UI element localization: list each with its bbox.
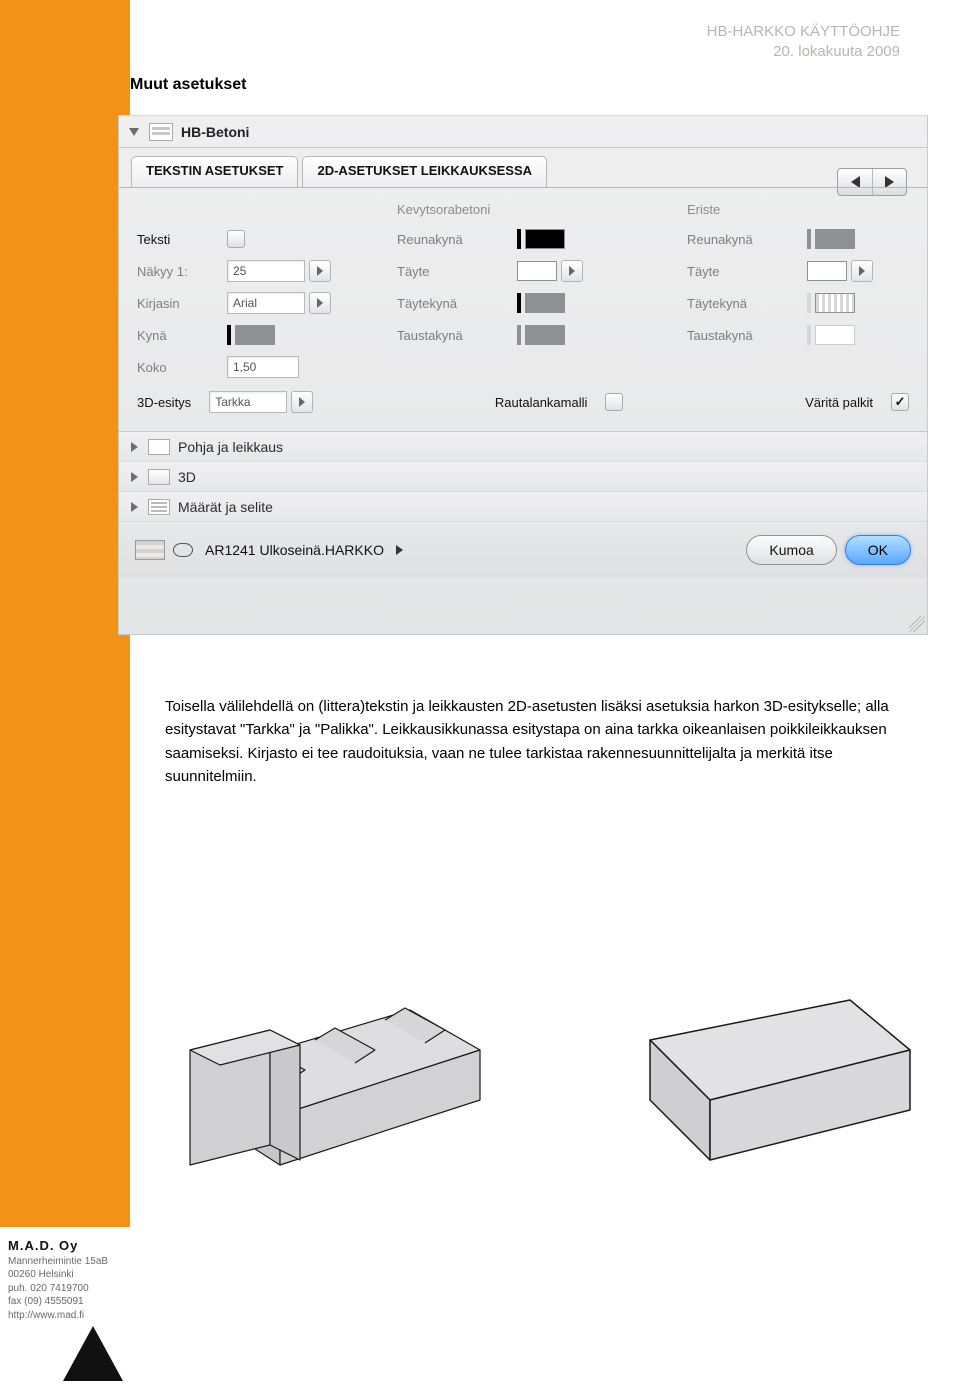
checkbox-teksti[interactable] <box>227 230 245 248</box>
chevron-right-icon <box>131 502 138 512</box>
label-tayte-m: Täyte <box>397 264 517 279</box>
group-label: Pohja ja leikkaus <box>178 439 283 455</box>
input-3d-esitys[interactable]: Tarkka <box>209 391 287 413</box>
input-kirjasin[interactable]: Arial <box>227 292 305 314</box>
chevron-right-icon <box>859 266 865 276</box>
label-varita-palkit: Väritä palkit <box>805 395 873 410</box>
label-kirjasin: Kirjasin <box>137 296 227 311</box>
block-tarkka <box>190 1008 480 1165</box>
label-teksti: Teksti <box>137 232 227 247</box>
group-maarat[interactable]: Määrät ja selite <box>119 492 927 522</box>
popup-kirjasin[interactable] <box>309 292 331 314</box>
layers-icon <box>135 540 165 560</box>
pen-reunakyna-m[interactable] <box>517 229 657 249</box>
plan-icon <box>148 439 170 455</box>
resize-grip-icon[interactable] <box>909 616 925 632</box>
url-line: http://www.mad.fi <box>8 1309 177 1323</box>
tabs: TEKSTIN ASETUKSET 2D-ASETUKSET LEIKKAUKS… <box>119 148 927 188</box>
label-3d-esitys: 3D-esitys <box>137 395 191 410</box>
doc-date: 20. lokakuuta 2009 <box>707 42 900 62</box>
group-label: 3D <box>178 469 196 485</box>
dialog-title: HB-Betoni <box>181 124 249 140</box>
chevron-right-icon <box>317 266 323 276</box>
ok-button[interactable]: OK <box>845 535 911 565</box>
pen-taustakyna-m[interactable] <box>517 325 657 345</box>
col-text: . Teksti Näkyy 1: 25 Kirjasin <box>137 202 367 383</box>
page: HB-HARKKO KÄYTTÖOHJE 20. lokakuuta 2009 … <box>0 0 960 1391</box>
label-kyna: Kynä <box>137 328 227 343</box>
tab-2d-section-settings[interactable]: 2D-ASETUKSET LEIKKAUKSESSA <box>302 156 547 188</box>
address-line: Mannerheimintie 15aB <box>8 1255 177 1269</box>
header-eriste: Eriste <box>687 202 947 217</box>
label-koko: Koko <box>137 360 227 375</box>
dialog-titlebar: HB-Betoni <box>119 116 927 148</box>
dialog-footer: AR1241 Ulkoseinä.HARKKO Kumoa OK <box>119 522 927 578</box>
chevron-right-icon <box>131 442 138 452</box>
group-pohja-leikkaus[interactable]: Pohja ja leikkaus <box>119 432 927 462</box>
label-nakyy: Näkyy 1: <box>137 264 227 279</box>
popup-3d-esitys[interactable] <box>291 391 313 413</box>
header-kevytsorabetoni: Kevytsorabetoni <box>397 202 657 217</box>
fill-tayte-r[interactable] <box>807 261 847 281</box>
layer-name[interactable]: AR1241 Ulkoseinä.HARKKO <box>205 542 384 558</box>
section-heading: Muut asetukset <box>130 76 246 94</box>
col-kevytsorabetoni: Kevytsorabetoni . Reunakynä Täyte <box>397 202 657 383</box>
popup-nakyy[interactable] <box>309 260 331 282</box>
input-nakyy[interactable]: 25 <box>227 260 305 282</box>
col-eriste: Eriste . Reunakynä Täyte Täyte <box>687 202 947 383</box>
phone-line: puh. 020 7419700 <box>8 1282 177 1296</box>
orange-sidebar <box>0 0 130 1391</box>
popup-tayte-r[interactable] <box>851 260 873 282</box>
chevron-right-icon <box>317 298 323 308</box>
label-taustakyna-m: Taustakynä <box>397 328 517 343</box>
tab-text-settings[interactable]: TEKSTIN ASETUKSET <box>131 156 298 188</box>
eye-icon[interactable] <box>173 543 193 557</box>
label-taustakyna-r: Taustakynä <box>687 328 807 343</box>
checkbox-varita-palkit[interactable] <box>891 393 909 411</box>
popup-tayte-m[interactable] <box>561 260 583 282</box>
label-taytekyna-r: Täytekynä <box>687 296 807 311</box>
input-koko[interactable]: 1,50 <box>227 356 299 378</box>
group-3d[interactable]: 3D <box>119 462 927 492</box>
chevron-right-icon <box>131 472 138 482</box>
label-reunakyna-m: Reunakynä <box>397 232 517 247</box>
address-line: 00260 Helsinki <box>8 1268 177 1282</box>
company-name: M.A.D. Oy <box>8 1237 177 1255</box>
pen-reunakyna-r[interactable] <box>807 229 947 249</box>
body-paragraph: Toisella välilehdellä on (littera)teksti… <box>165 695 900 788</box>
label-rautalanka: Rautalankamalli <box>495 395 588 410</box>
company-footer: M.A.D. Oy Mannerheimintie 15aB 00260 Hel… <box>0 1227 185 1391</box>
settings-dialog: HB-Betoni TEKSTIN ASETUKSET 2D-ASETUKSET… <box>118 115 928 635</box>
pen-taytekyna-m[interactable] <box>517 293 657 313</box>
chevron-right-icon <box>569 266 575 276</box>
group-label: Määrät ja selite <box>178 499 273 515</box>
collapse-triangle-icon[interactable] <box>129 128 139 136</box>
logo-spire-icon <box>63 1326 123 1381</box>
block-illustrations <box>150 860 920 1180</box>
label-reunakyna-r: Reunakynä <box>687 232 807 247</box>
pen-taytekyna-r[interactable] <box>807 293 947 313</box>
block-palikka <box>650 1000 910 1160</box>
label-tayte-r: Täyte <box>687 264 807 279</box>
pen-taustakyna-r[interactable] <box>807 325 947 345</box>
label-taytekyna-m: Täytekynä <box>397 296 517 311</box>
doc-title: HB-HARKKO KÄYTTÖOHJE <box>707 22 900 42</box>
panel-body: . Teksti Näkyy 1: 25 Kirjasin <box>119 188 927 421</box>
expandable-groups: Pohja ja leikkaus 3D Määrät ja selite <box>119 431 927 522</box>
chevron-right-icon <box>396 545 403 555</box>
pen-kyna[interactable] <box>227 325 367 345</box>
fill-tayte-m[interactable] <box>517 261 557 281</box>
object-type-icon <box>149 123 173 141</box>
cube-icon <box>148 469 170 485</box>
chevron-right-icon <box>299 397 305 407</box>
fax-line: fax (09) 4555091 <box>8 1295 177 1309</box>
doc-header: HB-HARKKO KÄYTTÖOHJE 20. lokakuuta 2009 <box>707 22 900 63</box>
cancel-button[interactable]: Kumoa <box>746 535 836 565</box>
checkbox-rautalanka[interactable] <box>605 393 623 411</box>
list-icon <box>148 499 170 515</box>
